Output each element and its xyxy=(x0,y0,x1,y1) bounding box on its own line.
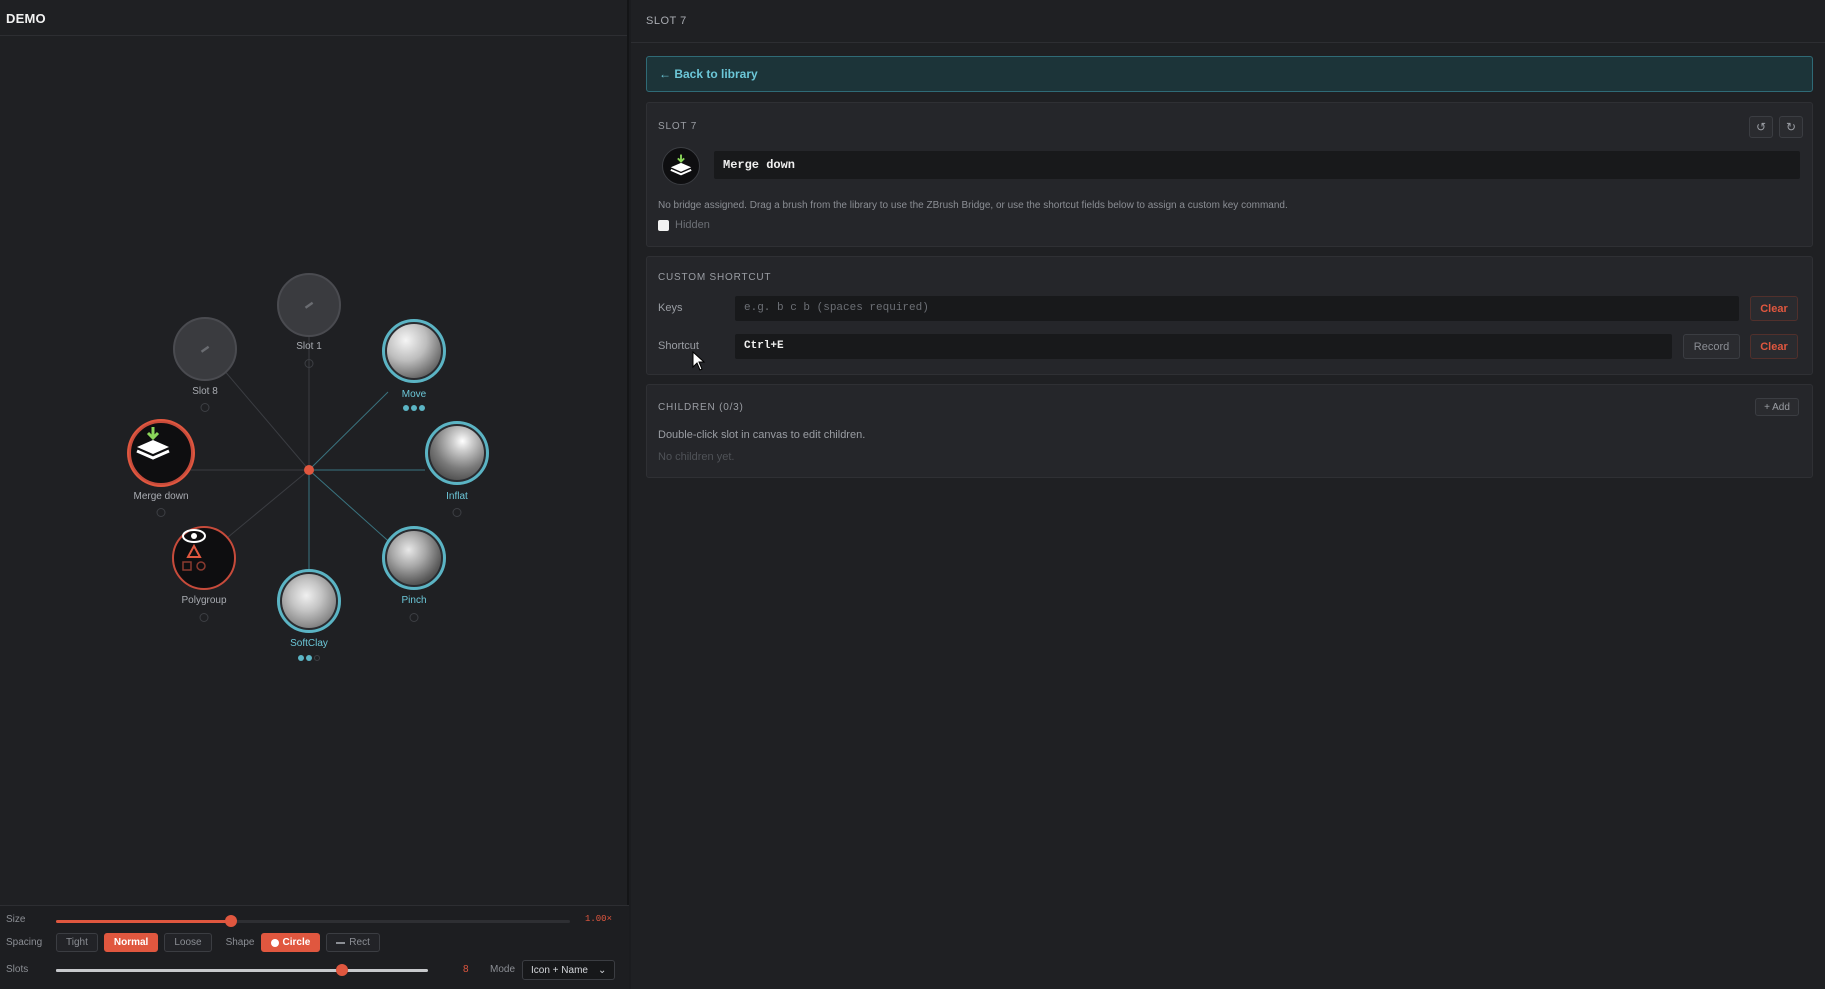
shape-label: Shape xyxy=(225,937,255,948)
rect-icon xyxy=(336,941,346,944)
slots-row: Slots xyxy=(6,964,28,975)
mouse-cursor-icon xyxy=(692,351,706,371)
redo-button[interactable]: ↻ xyxy=(1779,116,1803,138)
add-child-dot[interactable] xyxy=(156,508,166,517)
keys-input[interactable]: e.g. b c b (spaces required) xyxy=(735,296,1739,321)
slot-8[interactable]: ━ xyxy=(173,317,237,381)
layers-merge-icon xyxy=(670,154,692,176)
slot-label: Merge down xyxy=(133,491,189,502)
children-empty-text: No children yet. xyxy=(658,451,735,463)
slot-move[interactable] xyxy=(382,319,446,383)
hidden-toggle[interactable]: Hidden xyxy=(658,219,710,231)
eye-triangle-squares-icon xyxy=(182,529,206,571)
slot-label: SoftClay xyxy=(290,638,328,649)
add-child-button[interactable]: + Add xyxy=(1755,398,1799,416)
shortcut-input[interactable]: Ctrl+E xyxy=(735,334,1672,359)
brush-placeholder-icon: ━ xyxy=(300,295,317,314)
size-label: Size xyxy=(6,914,26,925)
size-row: Size xyxy=(6,914,25,925)
slot-1[interactable]: ━ xyxy=(277,273,341,337)
bridge-help-text: No bridge assigned. Drag a brush from th… xyxy=(658,200,1288,211)
brush-placeholder-icon: ━ xyxy=(196,339,213,358)
shortcut-card-title: CUSTOM SHORTCUT xyxy=(658,272,772,283)
children-card: CHILDREN (0/3) + Add Double-click slot i… xyxy=(646,384,1813,478)
mode-label: Mode xyxy=(490,964,516,975)
size-slider-thumb[interactable] xyxy=(224,915,237,927)
radial-canvas[interactable]: ━ Slot 1 Move Inflat Pinch SoftClay Poly… xyxy=(0,37,629,905)
size-slider[interactable] xyxy=(56,915,570,927)
size-slider-fill xyxy=(56,920,231,923)
slots-label: Slots xyxy=(6,964,29,975)
keys-label: Keys xyxy=(658,302,683,314)
slot-label: Move xyxy=(401,389,427,400)
record-button[interactable]: Record xyxy=(1683,334,1740,359)
back-to-library-button[interactable]: ← Back to library xyxy=(646,56,1813,92)
connector-lines xyxy=(160,305,425,582)
slot-name-input[interactable]: Merge down xyxy=(714,151,1800,179)
slot-inspector-panel: SLOT 7 ← Back to library SLOT 7 ↺ ↻ Merg… xyxy=(631,0,1825,989)
shortcut-clear-button[interactable]: Clear xyxy=(1750,334,1798,359)
slot-polygroup[interactable] xyxy=(172,526,236,590)
children-hint: Double-click slot in canvas to edit chil… xyxy=(658,429,866,441)
slot-label: Inflat xyxy=(446,491,468,502)
slots-slider-thumb[interactable] xyxy=(336,964,349,976)
custom-shortcut-card: CUSTOM SHORTCUT Keys e.g. b c b (spaces … xyxy=(646,256,1813,375)
layers-merge-icon xyxy=(136,427,170,460)
children-dots xyxy=(298,655,320,661)
slot-card-title: SLOT 7 xyxy=(658,121,698,132)
slot-icon-preview[interactable] xyxy=(662,147,700,185)
keys-clear-button[interactable]: Clear xyxy=(1750,296,1798,321)
add-child-dot[interactable] xyxy=(452,508,462,517)
slot-merge-down[interactable] xyxy=(129,421,193,485)
size-value: 1.00× xyxy=(584,914,612,924)
slot-pinch[interactable] xyxy=(382,526,446,590)
shape-rect-button[interactable]: Rect xyxy=(326,933,380,952)
spacing-normal-button[interactable]: Normal xyxy=(103,933,159,952)
add-child-dot[interactable] xyxy=(199,613,209,622)
inflat-brush-icon xyxy=(430,426,484,480)
add-child-dot[interactable] xyxy=(409,613,419,622)
slots-slider-fill xyxy=(56,969,343,972)
add-child-dot[interactable] xyxy=(304,359,314,368)
pinch-brush-icon xyxy=(387,531,441,585)
move-brush-icon xyxy=(387,324,441,378)
redo-icon: ↻ xyxy=(1785,120,1797,134)
children-dots xyxy=(403,405,425,411)
inspector-title: SLOT 7 xyxy=(631,0,1825,43)
hidden-checkbox[interactable] xyxy=(658,219,669,231)
children-card-title: CHILDREN (0/3) xyxy=(658,402,744,413)
radial-editor-panel: DEMO ━ Slot 1 Move Inflat Pinch SoftClay… xyxy=(0,0,629,989)
spacing-label: Spacing xyxy=(6,937,43,948)
slot-inflat[interactable] xyxy=(425,421,489,485)
slots-value: 8 xyxy=(463,964,469,975)
hidden-label: Hidden xyxy=(675,219,710,231)
mode-select[interactable]: Icon + Name ⌄ xyxy=(522,960,616,980)
add-child-dot[interactable] xyxy=(200,403,210,412)
spacing-loose-button[interactable]: Loose xyxy=(164,933,212,952)
panel-title: DEMO xyxy=(0,0,627,36)
circle-icon xyxy=(270,938,279,947)
spacing-row: Spacing Tight Normal Loose Shape Circle … xyxy=(6,933,380,952)
chevron-down-icon: ⌄ xyxy=(597,964,607,976)
slot-label: Slot 1 xyxy=(296,341,322,352)
slot-card: SLOT 7 ↺ ↻ Merge down No bridge assigned… xyxy=(646,102,1813,247)
undo-button[interactable]: ↺ xyxy=(1749,116,1773,138)
spacing-tight-button[interactable]: Tight xyxy=(56,933,98,952)
slot-label: Slot 8 xyxy=(192,386,218,397)
softclay-brush-icon xyxy=(282,574,336,628)
slot-label: Polygroup xyxy=(181,595,227,606)
slot-softclay[interactable] xyxy=(277,569,341,633)
shape-circle-button[interactable]: Circle xyxy=(260,933,321,952)
undo-icon: ↺ xyxy=(1755,120,1767,134)
canvas-controls: Size 1.00× Spacing Tight Normal Loose Sh… xyxy=(0,905,629,989)
slot-label: Pinch xyxy=(401,595,427,606)
slots-slider[interactable] xyxy=(56,964,428,976)
